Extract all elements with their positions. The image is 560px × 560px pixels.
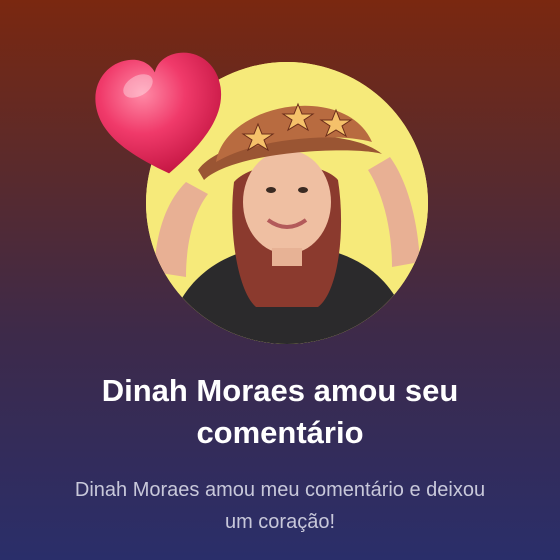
notification-subtitle: Dinah Moraes amou meu comentário e deixo… [74,479,486,533]
heart-icon [94,52,228,180]
notification-card: Dinah Moraes amou seu comentário Dinah M… [0,0,560,560]
notification-title: Dinah Moraes amou seu comentário [101,373,459,450]
